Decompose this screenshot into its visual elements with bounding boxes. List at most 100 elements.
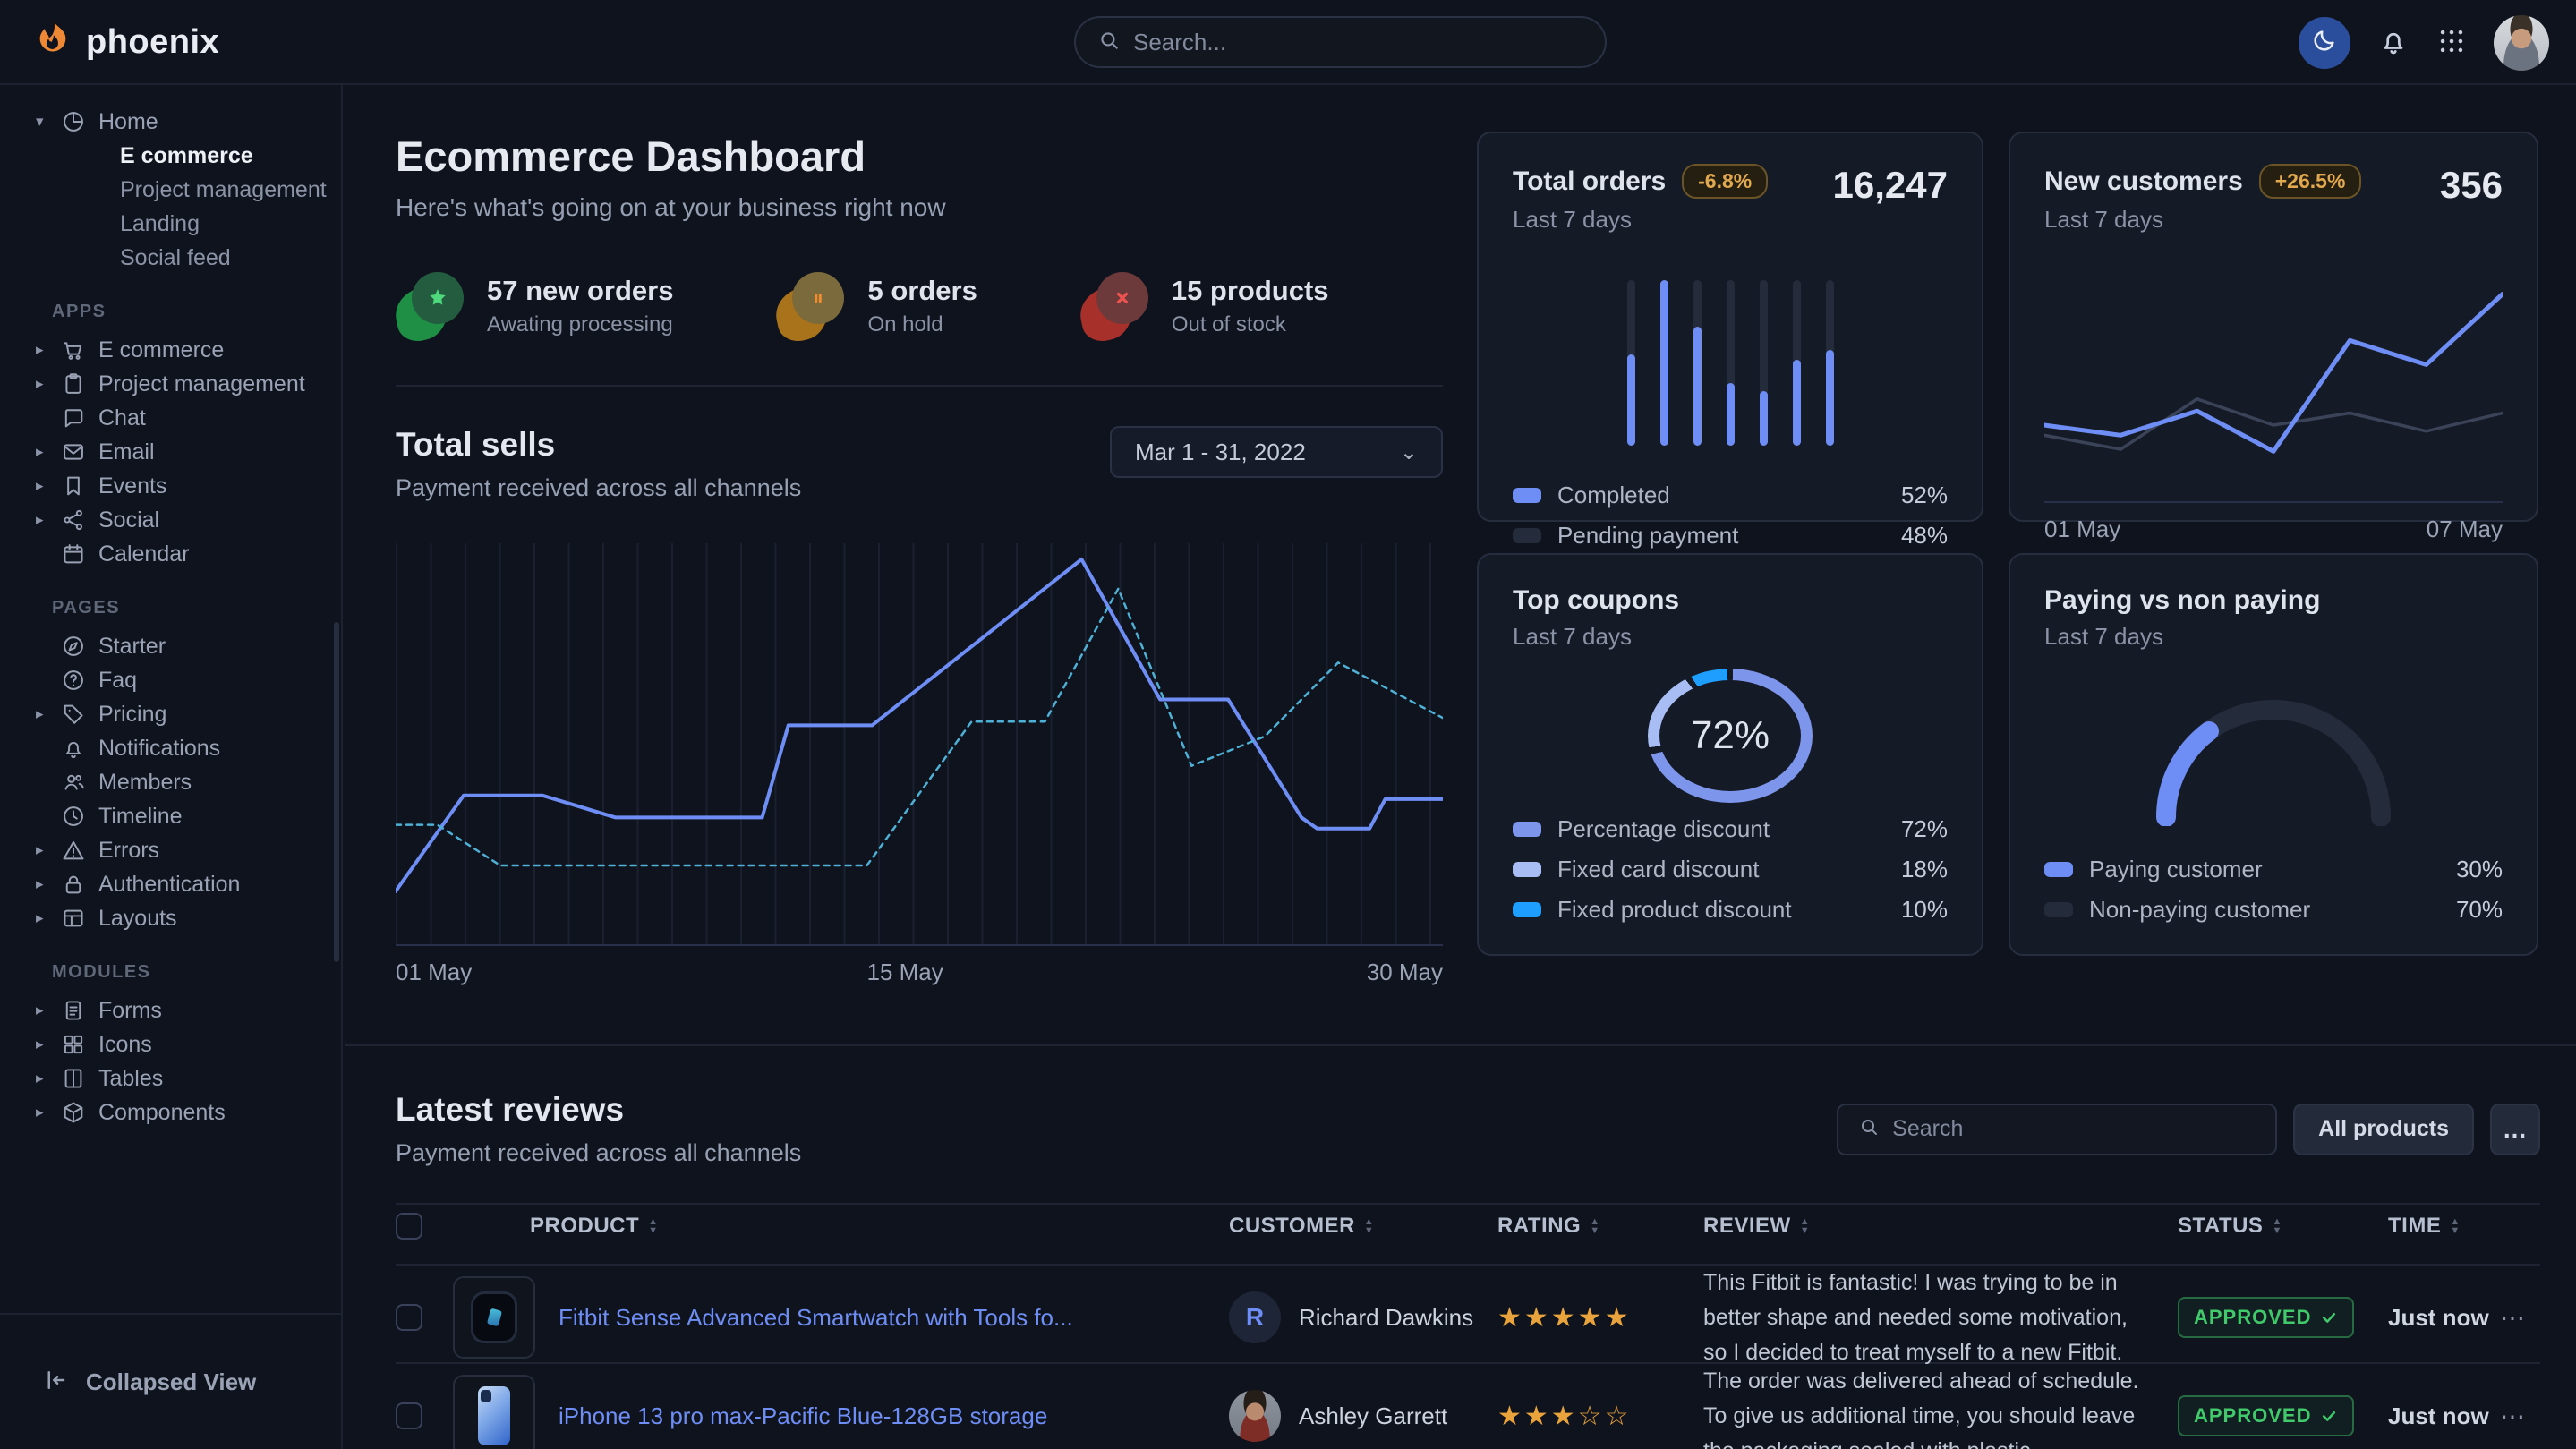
sidebar-item-social[interactable]: ▸Social <box>0 503 341 537</box>
sidebar-item-layouts[interactable]: ▸Layouts <box>0 901 341 935</box>
sidebar-item-project-management[interactable]: ▸Project management <box>0 367 341 401</box>
trend-badge: -6.8% <box>1682 164 1768 199</box>
logo[interactable]: phoenix <box>32 0 219 85</box>
sidebar-item-components[interactable]: ▸Components <box>0 1095 341 1129</box>
legend-value: 18% <box>1901 856 1948 883</box>
sidebar-scrollbar[interactable] <box>334 622 339 962</box>
legend-label: Percentage discount <box>1557 815 1770 843</box>
stat-value: 57 new orders <box>487 275 673 307</box>
sidebar-item-notifications[interactable]: Notifications <box>0 731 341 765</box>
sidebar-item-forms[interactable]: ▸Forms <box>0 993 341 1027</box>
sidebar-subitem-landing[interactable]: Landing <box>0 207 341 241</box>
total-sells-chart <box>396 543 1443 946</box>
sidebar-item-e-commerce[interactable]: ▸E commerce <box>0 333 341 367</box>
legend-swatch <box>1513 822 1541 837</box>
sidebar-item-tables[interactable]: ▸Tables <box>0 1061 341 1095</box>
date-range-select[interactable]: Mar 1 - 31, 2022 ⌄ <box>1110 426 1443 478</box>
box-icon <box>61 1100 98 1125</box>
global-search[interactable] <box>1074 16 1607 68</box>
bar-track <box>1760 280 1768 446</box>
stat-57-new-orders: 57 new ordersAwating processing <box>396 272 673 340</box>
column-header-product[interactable]: PRODUCT▲▼ <box>453 1214 1229 1239</box>
page-subtitle: Here's what's going on at your business … <box>396 193 1443 222</box>
reviews-search[interactable] <box>1837 1104 2277 1155</box>
row-checkbox[interactable] <box>396 1304 422 1331</box>
sidebar-item-calendar[interactable]: Calendar <box>0 537 341 571</box>
collapse-sidebar-button[interactable]: Collapsed View <box>0 1313 341 1449</box>
sidebar-section-label-apps: APPS <box>0 275 341 333</box>
sidebar-subitem-e-commerce[interactable]: E commerce <box>0 139 341 173</box>
sidebar-item-members[interactable]: Members <box>0 765 341 799</box>
column-header-label: REVIEW <box>1703 1214 1791 1239</box>
pie-chart-icon <box>61 109 98 134</box>
legend-item-completed: Completed52% <box>1513 482 1948 509</box>
legend-swatch <box>1513 862 1541 877</box>
chat-icon <box>61 405 98 430</box>
card-period: Last 7 days <box>1513 206 1768 234</box>
row-menu-button[interactable]: ⋯ <box>2500 1402 2540 1431</box>
column-header-label: CUSTOMER <box>1229 1214 1355 1239</box>
product-cell: iPhone 13 pro max-Pacific Blue-128GB sto… <box>453 1375 1229 1449</box>
sidebar-subitem-project-management[interactable]: Project management <box>0 173 341 207</box>
sidebar-item-authentication[interactable]: ▸Authentication <box>0 867 341 901</box>
donut-center-label: 72% <box>1691 713 1770 758</box>
bar-completed <box>1627 354 1635 446</box>
customer-cell: Ashley Garrett <box>1229 1390 1497 1442</box>
product-link[interactable]: Fitbit Sense Advanced Smartwatch with To… <box>559 1304 1073 1332</box>
reviews-table: PRODUCT▲▼CUSTOMER▲▼RATING▲▼REVIEW▲▼STATU… <box>396 1203 2540 1449</box>
sidebar-item-label: Notifications <box>98 736 220 762</box>
column-header-rating[interactable]: RATING▲▼ <box>1497 1214 1703 1239</box>
card-title: Top coupons <box>1513 585 1679 616</box>
bar-completed <box>1660 280 1668 446</box>
divider <box>396 385 1443 387</box>
sidebar-item-events[interactable]: ▸Events <box>0 469 341 503</box>
legend-value: 10% <box>1901 896 1948 924</box>
sidebar-item-chat[interactable]: Chat <box>0 401 341 435</box>
sidebar-item-label: Authentication <box>98 872 240 898</box>
sidebar-item-label: Home <box>98 109 158 135</box>
mail-icon <box>61 439 98 465</box>
sidebar-item-timeline[interactable]: Timeline <box>0 799 341 833</box>
search-input[interactable] <box>1133 29 1583 56</box>
user-avatar[interactable] <box>2494 15 2549 71</box>
row-menu-button[interactable]: ⋯ <box>2500 1303 2540 1333</box>
reviews-search-input[interactable] <box>1892 1116 2256 1142</box>
sidebar-item-label: Email <box>98 439 155 465</box>
select-all-checkbox[interactable] <box>396 1213 422 1240</box>
sidebar-item-faq[interactable]: Faq <box>0 663 341 697</box>
stat-sublabel: On hold <box>867 312 977 337</box>
sidebar-item-home[interactable]: ▾ Home <box>0 105 341 139</box>
column-header-time[interactable]: TIME▲▼ <box>2388 1214 2500 1239</box>
sidebar-item-icons[interactable]: ▸Icons <box>0 1027 341 1061</box>
sort-icon: ▲▼ <box>2272 1217 2282 1235</box>
main-content: Ecommerce Dashboard Here's what's going … <box>345 85 2576 1449</box>
column-header-status[interactable]: STATUS▲▼ <box>2178 1214 2388 1239</box>
column-header-review[interactable]: REVIEW▲▼ <box>1703 1214 2178 1239</box>
reviews-subtitle: Payment received across all channels <box>396 1139 801 1167</box>
notifications-button[interactable] <box>2377 25 2410 60</box>
stat-sublabel: Out of stock <box>1172 312 1329 337</box>
product-thumbnail <box>453 1375 535 1449</box>
sidebar-item-label: Project management <box>98 371 305 397</box>
caret-right-icon: ▸ <box>36 1104 61 1121</box>
clock-icon <box>61 804 98 829</box>
sidebar-subitem-social-feed[interactable]: Social feed <box>0 241 341 275</box>
new-customers-chart <box>2044 273 2503 492</box>
card-title: Paying vs non paying <box>2044 585 2320 616</box>
reviews-table-header: PRODUCT▲▼CUSTOMER▲▼RATING▲▼REVIEW▲▼STATU… <box>396 1203 2540 1266</box>
caret-right-icon: ▸ <box>36 909 61 927</box>
caret-down-icon: ▾ <box>36 113 61 131</box>
total-sells-x-axis: 01 May 15 May 30 May <box>396 959 1443 998</box>
column-header-customer[interactable]: CUSTOMER▲▼ <box>1229 1214 1497 1239</box>
dark-mode-toggle[interactable] <box>2299 17 2350 69</box>
product-link[interactable]: iPhone 13 pro max-Pacific Blue-128GB sto… <box>559 1402 1047 1430</box>
sidebar-item-pricing[interactable]: ▸Pricing <box>0 697 341 731</box>
apps-menu-button[interactable] <box>2436 26 2467 59</box>
sidebar-item-errors[interactable]: ▸Errors <box>0 833 341 867</box>
sidebar-item-email[interactable]: ▸Email <box>0 435 341 469</box>
all-products-button[interactable]: All products <box>2293 1104 2474 1155</box>
customer-avatar <box>1229 1390 1281 1442</box>
sidebar-item-starter[interactable]: Starter <box>0 629 341 663</box>
row-checkbox[interactable] <box>396 1402 422 1429</box>
reviews-more-button[interactable]: ... <box>2490 1104 2540 1155</box>
